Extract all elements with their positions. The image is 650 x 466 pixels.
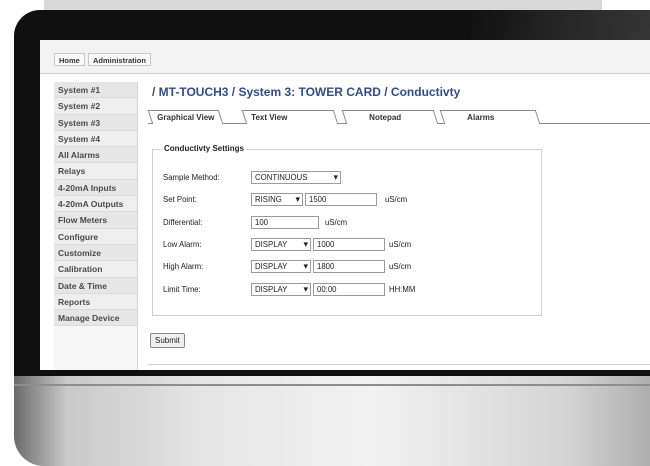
monitor: Home Administration System #1 System #2 … [0,0,650,466]
tab-label: Alarms [467,113,495,122]
tab-label: Notepad [369,113,402,122]
high-alarm-input[interactable]: 1800 [313,260,385,273]
set-point-row: Set Point: RISING 1500 uS/cm [163,193,533,207]
sidebar-item-4-20ma-inputs[interactable]: 4-20mA Inputs [54,179,137,197]
sidebar-item-all-alarms[interactable]: All Alarms [54,147,137,164]
sidebar-item-reports[interactable]: Reports [54,293,137,311]
low-alarm-mode-select[interactable]: DISPLAY [251,238,311,251]
low-alarm-unit: uS/cm [389,240,412,249]
top-nav-bar: Home Administration [40,40,650,74]
differential-row: Differential: 100 uS/cm [163,216,533,230]
high-alarm-label: High Alarm: [163,262,204,271]
sidebar-item-relays[interactable]: Relays [54,163,137,180]
differential-label: Differential: [163,218,203,227]
submit-button[interactable]: Submit [150,333,185,348]
set-point-label: Set Point: [163,195,197,204]
tab-alarms[interactable]: Alarms [439,110,541,124]
sidebar-item-customize[interactable]: Customize [54,244,137,262]
page-title: / MT-TOUCH3 / System 3: TOWER CARD / Con… [152,85,461,99]
tab-graphical-view[interactable]: Graphical View [147,110,224,124]
high-alarm-row: High Alarm: DISPLAY 1800 uS/cm [163,260,533,274]
limit-time-unit: HH:MM [389,285,416,294]
limit-time-mode-select[interactable]: DISPLAY [251,283,311,296]
chin-divider [14,384,650,386]
screen: Home Administration System #1 System #2 … [40,40,650,370]
low-alarm-label: Low Alarm: [163,240,202,249]
conductivity-settings-group: Conductivty Settings Sample Method: CONT… [152,144,542,316]
set-point-unit: uS/cm [385,195,408,204]
limit-time-input[interactable]: 00:00 [313,283,385,296]
set-point-mode-select[interactable]: RISING [251,193,303,206]
sidebar-item-flow-meters[interactable]: Flow Meters [54,212,137,229]
divider [148,364,650,365]
sidebar: System #1 System #2 System #3 System #4 … [54,82,138,370]
low-alarm-input[interactable]: 1000 [313,238,385,251]
differential-unit: uS/cm [325,218,348,227]
sidebar-item-system-1[interactable]: System #1 [54,82,137,99]
tab-text-view[interactable]: Text View [241,110,339,124]
main-content: / MT-TOUCH3 / System 3: TOWER CARD / Con… [147,82,650,370]
sidebar-item-date-time[interactable]: Date & Time [54,277,137,294]
sidebar-item-4-20ma-outputs[interactable]: 4-20mA Outputs [54,196,137,213]
sidebar-item-system-3[interactable]: System #3 [54,114,137,131]
sidebar-item-manage-device[interactable]: Manage Device [54,310,137,327]
sample-method-label: Sample Method: [163,173,220,182]
limit-time-row: Limit Time: DISPLAY 00:00 HH:MM [163,283,533,297]
sidebar-item-system-4[interactable]: System #4 [54,130,137,148]
settings-legend: Conductivty Settings [161,144,248,153]
sidebar-item-system-2[interactable]: System #2 [54,98,137,115]
sample-method-row: Sample Method: CONTINUOUS [163,171,533,185]
differential-input[interactable]: 100 [251,216,319,229]
tab-bar: Graphical View Text View Notepad Alarms [147,110,650,124]
high-alarm-mode-select[interactable]: DISPLAY [251,260,311,273]
nav-home[interactable]: Home [54,53,85,66]
sample-method-select[interactable]: CONTINUOUS [251,171,341,184]
limit-time-label: Limit Time: [163,285,201,294]
sidebar-item-calibration[interactable]: Calibration [54,261,137,278]
sidebar-item-configure[interactable]: Configure [54,228,137,245]
monitor-chin [14,376,650,466]
low-alarm-row: Low Alarm: DISPLAY 1000 uS/cm [163,238,533,252]
set-point-input[interactable]: 1500 [305,193,377,206]
tab-notepad[interactable]: Notepad [341,110,439,124]
high-alarm-unit: uS/cm [389,262,412,271]
nav-administration[interactable]: Administration [88,53,151,66]
tab-label: Text View [251,113,288,122]
tab-label: Graphical View [157,113,215,122]
